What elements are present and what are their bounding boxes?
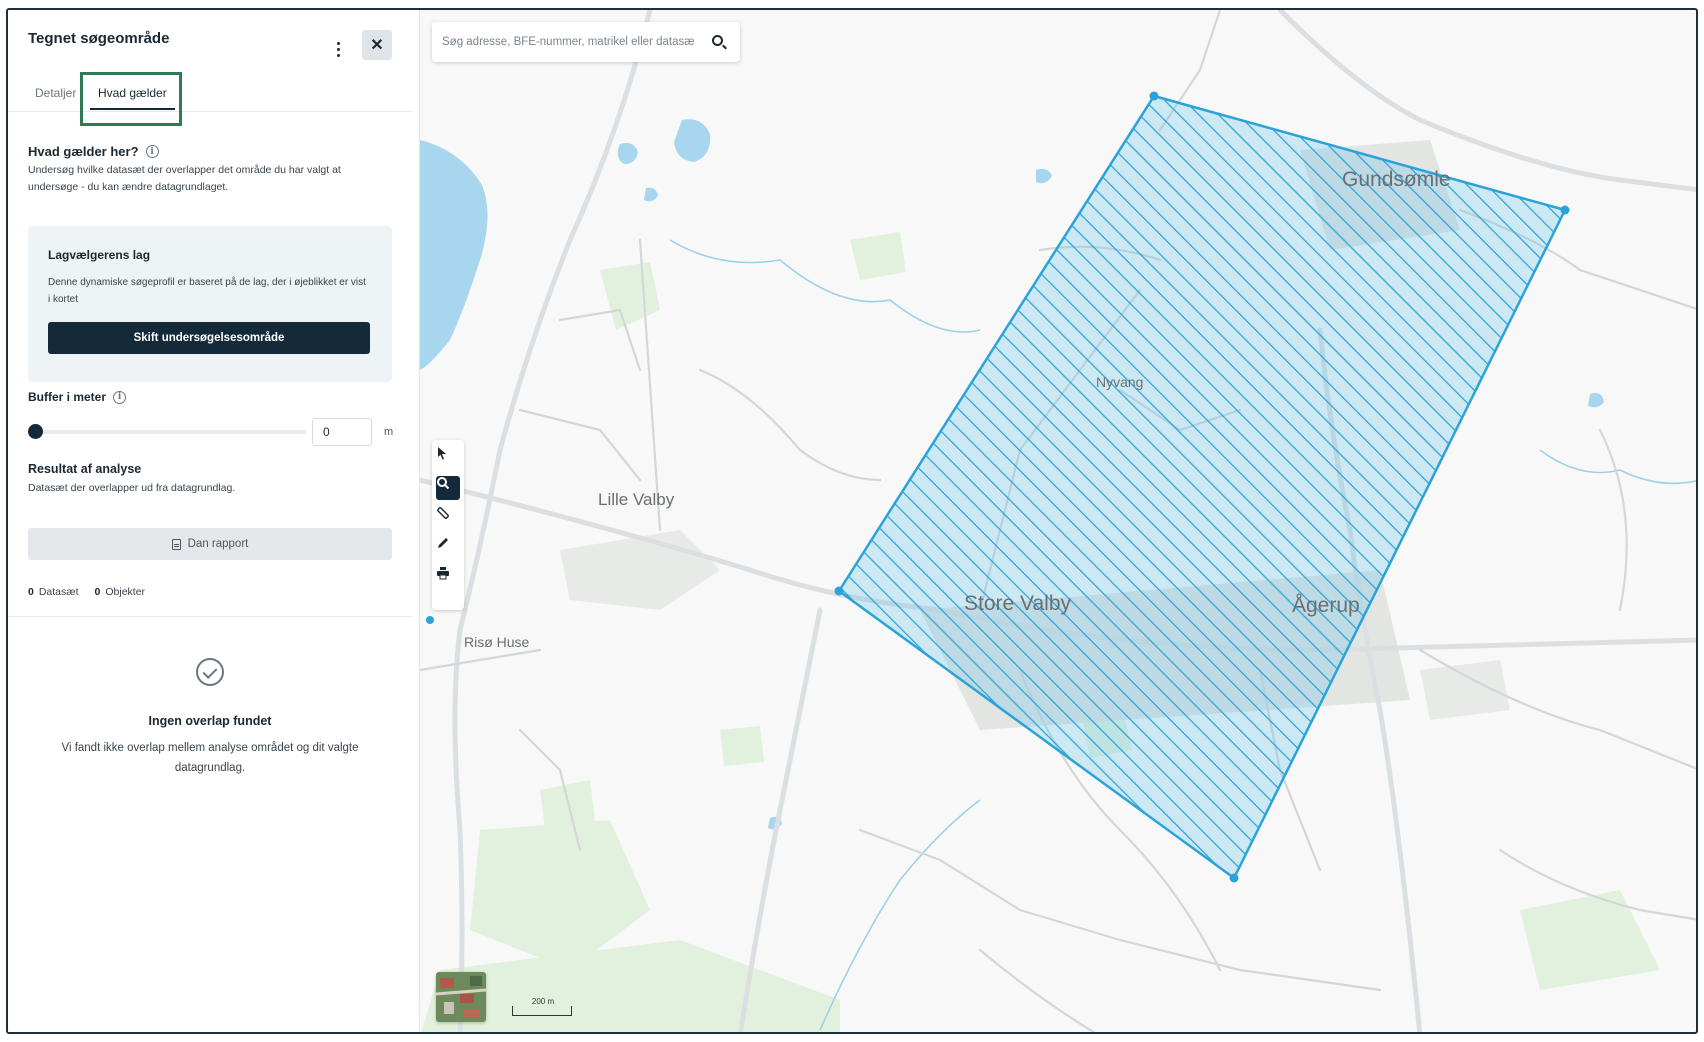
polygon-vertex[interactable] bbox=[1149, 91, 1159, 101]
pond bbox=[644, 187, 658, 202]
forest bbox=[600, 262, 660, 330]
urban-area bbox=[560, 530, 720, 610]
stream bbox=[669, 239, 981, 333]
result-title-text: Resultat af analyse bbox=[28, 462, 142, 476]
datasets-count: 0 Datasæt bbox=[28, 586, 79, 598]
create-report-button[interactable]: Dan rapport bbox=[28, 528, 392, 560]
search-input[interactable] bbox=[442, 32, 694, 52]
result-title: Resultat af analyse bbox=[28, 462, 141, 476]
section-title-text: Hvad gælder her? bbox=[28, 144, 139, 159]
section-title: Hvad gælder her? i bbox=[28, 144, 159, 159]
kebab-dot-icon bbox=[336, 41, 340, 45]
tab-hvad-gaelder[interactable]: Hvad gælder bbox=[90, 86, 175, 110]
result-description: Datasæt der overlapper ud fra datagrundl… bbox=[28, 482, 236, 494]
objects-count: 0 Objekter bbox=[94, 586, 146, 598]
forest bbox=[540, 780, 596, 836]
place-label: Risø Huse bbox=[464, 634, 530, 650]
change-area-button[interactable]: Skift undersøgelsesområde bbox=[48, 322, 370, 354]
close-button[interactable]: ✕ bbox=[362, 30, 392, 60]
aerial-basemap-icon bbox=[436, 972, 486, 1022]
map-marker[interactable] bbox=[426, 616, 434, 624]
print-icon bbox=[437, 567, 449, 580]
zoom-icon bbox=[437, 477, 450, 490]
place-label: Ågerup bbox=[1292, 594, 1360, 617]
pond bbox=[1036, 168, 1052, 184]
map-layer bbox=[420, 10, 1696, 1032]
card-title: Lagvælgerens lag bbox=[48, 248, 151, 262]
more-options-button[interactable] bbox=[328, 36, 348, 62]
search-area-polygon[interactable] bbox=[837, 94, 1567, 880]
place-label: Nyvang bbox=[1096, 374, 1144, 390]
zoom-tool-button[interactable] bbox=[436, 476, 460, 500]
report-button-label: Dan rapport bbox=[187, 538, 249, 550]
document-icon bbox=[171, 538, 181, 550]
kebab-dot-icon bbox=[336, 53, 340, 57]
polygon-vertex[interactable] bbox=[1560, 205, 1570, 215]
kebab-dot-icon bbox=[336, 47, 340, 51]
close-icon: ✕ bbox=[370, 37, 384, 54]
result-counts: 0 Datasæt 0 Objekter bbox=[28, 586, 145, 598]
forest bbox=[850, 232, 906, 280]
tab-bar: Detaljer Hvad gælder bbox=[8, 72, 412, 112]
place-label: Lille Valby bbox=[598, 490, 675, 509]
buffer-input[interactable] bbox=[312, 418, 372, 446]
place-label: Gundsømle bbox=[1342, 168, 1451, 191]
polygon-vertex[interactable] bbox=[834, 586, 844, 596]
section-description: Undersøg hvilke datasæt der overlapper d… bbox=[28, 164, 341, 193]
buffer-title: Buffer i meter i bbox=[28, 390, 127, 404]
draw-tool-button[interactable] bbox=[436, 536, 460, 560]
app-window: Tegnet søgeområde ✕ Detaljer Hvad gælder… bbox=[6, 8, 1698, 1034]
basemap-switcher[interactable] bbox=[436, 972, 486, 1022]
buffer-slider-handle[interactable] bbox=[28, 424, 43, 439]
stream bbox=[819, 799, 981, 1031]
buffer-unit: m bbox=[384, 426, 394, 438]
info-icon[interactable]: i bbox=[113, 390, 127, 404]
buffer-slider-track[interactable] bbox=[34, 430, 306, 434]
card-description: Denne dynamiske søgeprofil er baseret på… bbox=[48, 277, 366, 305]
draw-icon bbox=[438, 538, 448, 548]
forest bbox=[720, 726, 764, 766]
tab-detaljer[interactable]: Detaljer bbox=[35, 86, 76, 100]
scale-label: 200 m bbox=[531, 997, 555, 1006]
map-canvas[interactable]: Lille Valby Risø Huse Store Valby Ågerup… bbox=[420, 10, 1696, 1032]
lake bbox=[420, 140, 488, 370]
polygon-vertex[interactable] bbox=[1229, 873, 1239, 883]
place-label: Store Valby bbox=[964, 592, 1071, 615]
side-panel: Tegnet søgeområde ✕ Detaljer Hvad gælder… bbox=[8, 10, 420, 1032]
check-circle-icon bbox=[196, 658, 224, 686]
pointer-icon bbox=[438, 447, 446, 460]
measure-icon bbox=[437, 507, 449, 519]
map-search bbox=[432, 22, 740, 62]
empty-state-description: Vi fandt ikke overlap mellem analyse omr… bbox=[61, 742, 359, 774]
empty-state-title: Ingen overlap fundet bbox=[148, 714, 272, 728]
search-icon[interactable] bbox=[712, 35, 723, 46]
pointer-tool-button[interactable] bbox=[436, 446, 460, 470]
forest bbox=[1520, 890, 1660, 990]
pond bbox=[1588, 393, 1604, 408]
scale-bar: 200 m bbox=[512, 997, 572, 1016]
divider bbox=[8, 616, 412, 617]
panel-title: Tegnet søgeområde bbox=[28, 30, 170, 47]
buffer-title-text: Buffer i meter bbox=[28, 390, 107, 404]
layer-info-card: Lagvælgerens lag Denne dynamiske søgepro… bbox=[28, 226, 392, 382]
lake bbox=[674, 119, 711, 162]
lake bbox=[617, 143, 638, 164]
print-tool-button[interactable] bbox=[436, 566, 460, 590]
info-icon[interactable]: i bbox=[145, 145, 159, 158]
map-toolbar bbox=[432, 440, 464, 610]
urban-area bbox=[1420, 660, 1510, 720]
measure-tool-button[interactable] bbox=[436, 506, 460, 530]
